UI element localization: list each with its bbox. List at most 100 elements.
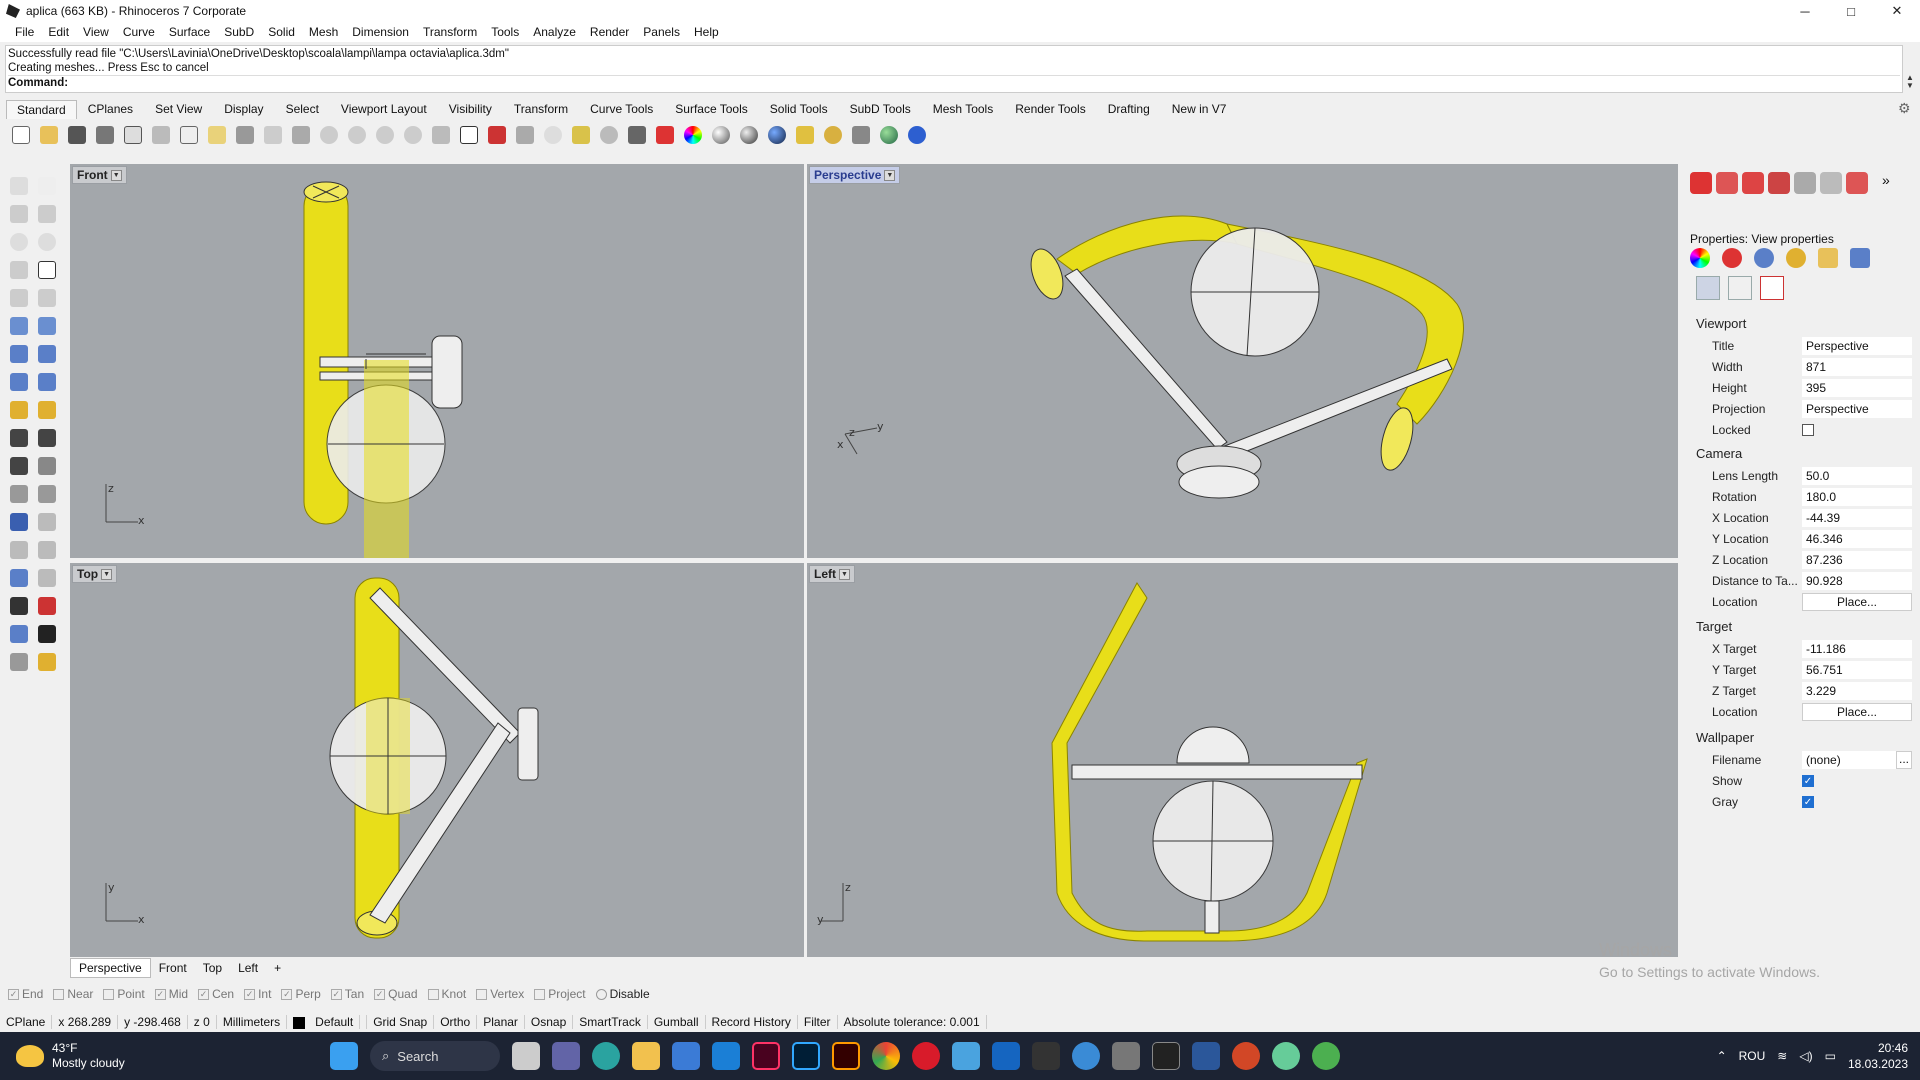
- maximize-button[interactable]: □: [1828, 0, 1874, 22]
- osnap-point-checkbox[interactable]: [103, 988, 115, 1000]
- app-circle-icon[interactable]: [1072, 1042, 1100, 1070]
- toggle-ortho[interactable]: Ortho: [434, 1015, 478, 1029]
- properties-panel-icon[interactable]: [1690, 172, 1712, 194]
- notion-icon[interactable]: [1152, 1042, 1180, 1070]
- array-icon[interactable]: [6, 593, 32, 619]
- wifi-icon[interactable]: ≋: [1777, 1049, 1787, 1063]
- osnap-vertex-checkbox[interactable]: [476, 988, 488, 1000]
- status-cplane[interactable]: CPlane: [0, 1015, 53, 1029]
- explode-icon[interactable]: [34, 649, 60, 675]
- scale-icon[interactable]: [34, 509, 60, 535]
- viewport-tab-perspective[interactable]: Perspective: [70, 958, 151, 978]
- tab-new-in-v7[interactable]: New in V7: [1161, 99, 1238, 119]
- show-checkbox[interactable]: ✓: [1802, 775, 1814, 787]
- distance-value[interactable]: 90.928: [1802, 572, 1912, 590]
- materials-panel-icon[interactable]: [1768, 172, 1790, 194]
- four-views-icon[interactable]: [456, 122, 482, 148]
- mirror-icon[interactable]: [34, 565, 60, 591]
- mail-icon[interactable]: [712, 1042, 740, 1070]
- gear-icon[interactable]: ⚙: [1898, 100, 1914, 116]
- menu-panels[interactable]: Panels: [636, 25, 687, 39]
- rendered-sphere-icon[interactable]: [736, 122, 762, 148]
- indesign-icon[interactable]: [752, 1042, 780, 1070]
- layer-icon[interactable]: [652, 122, 678, 148]
- tab-viewport-layout[interactable]: Viewport Layout: [330, 99, 438, 119]
- render-icon[interactable]: [764, 122, 790, 148]
- status-units[interactable]: Millimeters: [217, 1015, 288, 1029]
- osnap-vertex[interactable]: Vertex: [476, 987, 524, 1001]
- osnap-disable[interactable]: Disable: [595, 987, 650, 1001]
- pan-hand-icon[interactable]: [260, 122, 286, 148]
- osnap-near[interactable]: Near: [53, 987, 93, 1001]
- menu-edit[interactable]: Edit: [41, 25, 76, 39]
- viewport-tab-front[interactable]: Front: [151, 959, 195, 977]
- mesh-icon[interactable]: [34, 369, 60, 395]
- menu-help[interactable]: Help: [687, 25, 726, 39]
- trim-icon[interactable]: [6, 481, 32, 507]
- shaded-icon[interactable]: [1754, 248, 1774, 268]
- close-button[interactable]: ✕: [1874, 0, 1920, 22]
- circle-icon[interactable]: [6, 229, 32, 255]
- zoom-window-icon[interactable]: [344, 122, 370, 148]
- toggle-record-history[interactable]: Record History: [706, 1015, 798, 1029]
- osnap-knot[interactable]: Knot: [427, 987, 466, 1001]
- teams-chat-icon[interactable]: [552, 1042, 580, 1070]
- word-icon[interactable]: [1192, 1042, 1220, 1070]
- block-icon[interactable]: [34, 453, 60, 479]
- osnap-end[interactable]: ✓ End: [8, 987, 43, 1001]
- viewport-left[interactable]: z y Left ▼: [807, 563, 1678, 957]
- command-input[interactable]: Command:: [8, 75, 1900, 90]
- tab-drafting[interactable]: Drafting: [1097, 99, 1161, 119]
- point-icon[interactable]: [34, 173, 60, 199]
- box-icon[interactable]: [6, 341, 32, 367]
- photoshop-icon[interactable]: [792, 1042, 820, 1070]
- globe-app-icon[interactable]: [1272, 1042, 1300, 1070]
- light-bulb-icon[interactable]: [596, 122, 622, 148]
- monitor-icon[interactable]: [952, 1042, 980, 1070]
- add-viewport-tab-icon[interactable]: +: [266, 959, 289, 977]
- print-icon[interactable]: [92, 122, 118, 148]
- tab-standard[interactable]: Standard: [6, 99, 77, 119]
- tab-surface-tools[interactable]: Surface Tools: [664, 99, 759, 119]
- shaded-sphere-icon[interactable]: [708, 122, 734, 148]
- chevron-down-icon[interactable]: ▼: [101, 568, 113, 580]
- tab-cplanes[interactable]: CPlanes: [77, 99, 144, 119]
- dimension-icon[interactable]: [848, 122, 874, 148]
- filter-icon[interactable]: [792, 122, 818, 148]
- chevron-up-icon[interactable]: ⌃: [1717, 1049, 1727, 1063]
- minimize-button[interactable]: ─: [1782, 0, 1828, 22]
- illustrator-icon[interactable]: [832, 1042, 860, 1070]
- y-location-value[interactable]: 46.346: [1802, 530, 1912, 548]
- new-file-icon[interactable]: [8, 122, 34, 148]
- toggle-planar[interactable]: Planar: [477, 1015, 525, 1029]
- tab-curve-tools[interactable]: Curve Tools: [579, 99, 664, 119]
- osnap-mid-checkbox[interactable]: ✓: [154, 988, 166, 1000]
- save-icon[interactable]: [64, 122, 90, 148]
- lens-length-value[interactable]: 50.0: [1802, 467, 1912, 485]
- viewport-tab-top[interactable]: Top: [195, 959, 230, 977]
- toggle-filter[interactable]: Filter: [798, 1015, 838, 1029]
- osnap-end-checkbox[interactable]: ✓: [8, 988, 19, 1000]
- group-icon[interactable]: [6, 453, 32, 479]
- annotation-icon[interactable]: [34, 425, 60, 451]
- menu-dimension[interactable]: Dimension: [345, 25, 416, 39]
- rotate-icon[interactable]: [6, 565, 32, 591]
- rhino-taskbar-icon[interactable]: [1032, 1042, 1060, 1070]
- filename-value[interactable]: (none): [1802, 751, 1896, 769]
- osnap-int-checkbox[interactable]: ✓: [244, 988, 256, 1000]
- help-icon[interactable]: [904, 122, 930, 148]
- camera-icon[interactable]: [1696, 276, 1720, 300]
- projection-select[interactable]: Perspective: [1802, 400, 1912, 418]
- undo-icon[interactable]: [232, 122, 258, 148]
- extrude-icon[interactable]: [6, 369, 32, 395]
- cut-icon[interactable]: [148, 122, 174, 148]
- ellipse-icon[interactable]: [34, 229, 60, 255]
- rotate-view-icon[interactable]: [288, 122, 314, 148]
- menu-surface[interactable]: Surface: [162, 25, 217, 39]
- toggle-osnap[interactable]: Osnap: [525, 1015, 574, 1029]
- camera-app-icon[interactable]: [1112, 1042, 1140, 1070]
- named-views-panel-icon[interactable]: [1846, 172, 1868, 194]
- menu-mesh[interactable]: Mesh: [302, 25, 345, 39]
- open-folder-icon[interactable]: [36, 122, 62, 148]
- color-wheel-icon[interactable]: [680, 122, 706, 148]
